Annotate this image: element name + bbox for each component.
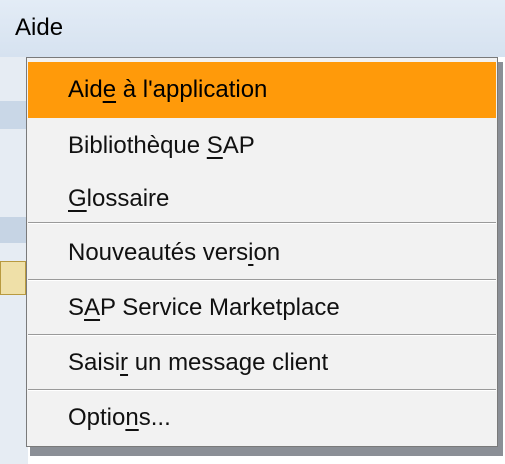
menu-item-aide-application[interactable]: Aide à l'application	[28, 62, 496, 118]
item-label: Aide à l'application	[68, 76, 268, 103]
menu-aide[interactable]: Aide	[15, 14, 63, 42]
menu-item-nouveautes-version[interactable]: Nouveautés version	[28, 225, 496, 281]
background-window-strip	[0, 57, 28, 464]
item-label: Saisir un message client	[68, 349, 329, 376]
item-label: Options...	[68, 404, 171, 431]
background-control	[0, 101, 27, 129]
item-label: SAP Service Marketplace	[68, 294, 340, 321]
background-control	[0, 217, 26, 243]
menu-separator	[28, 222, 496, 224]
menu-item-glossaire[interactable]: Glossaire	[28, 171, 496, 227]
aide-dropdown-menu: Aide à l'application Bibliothèque SAP Gl…	[26, 57, 498, 447]
background-control	[0, 261, 26, 295]
item-label: Nouveautés version	[68, 239, 281, 266]
item-label: Bibliothèque SAP	[68, 132, 255, 159]
menu-bar: Aide	[0, 0, 505, 57]
item-label: Glossaire	[68, 185, 170, 212]
menu-item-saisir-message-client[interactable]: Saisir un message client	[28, 335, 496, 391]
menu-item-options[interactable]: Options...	[28, 390, 496, 446]
menu-item-sap-service-marketplace[interactable]: SAP Service Marketplace	[28, 280, 496, 336]
menu-item-bibliotheque-sap[interactable]: Bibliothèque SAP	[28, 118, 496, 174]
